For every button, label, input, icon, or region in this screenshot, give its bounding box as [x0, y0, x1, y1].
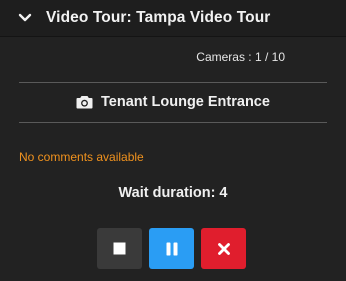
- chevron-down-icon[interactable]: [18, 13, 32, 23]
- video-tour-panel: Video Tour: Tampa Video Tour Cameras : 1…: [0, 0, 346, 281]
- video-tour-title: Video Tour: Tampa Video Tour: [46, 9, 271, 26]
- camera-name: Tenant Lounge Entrance: [101, 93, 270, 110]
- video-tour-header[interactable]: Video Tour: Tampa Video Tour: [0, 0, 346, 37]
- camera-icon: [76, 95, 93, 109]
- camera-count: Cameras : 1 / 10: [196, 50, 285, 64]
- pause-button[interactable]: [149, 228, 194, 269]
- current-camera: Tenant Lounge Entrance: [0, 83, 346, 120]
- close-icon: [217, 242, 230, 255]
- tour-controls: [97, 228, 246, 269]
- stop-icon: [113, 242, 126, 255]
- close-button[interactable]: [201, 228, 246, 269]
- pause-icon: [165, 242, 179, 256]
- wait-duration: Wait duration: 4: [118, 185, 228, 201]
- divider-bottom: [19, 122, 327, 123]
- comments-status: No comments available: [19, 150, 144, 164]
- stop-button[interactable]: [97, 228, 142, 269]
